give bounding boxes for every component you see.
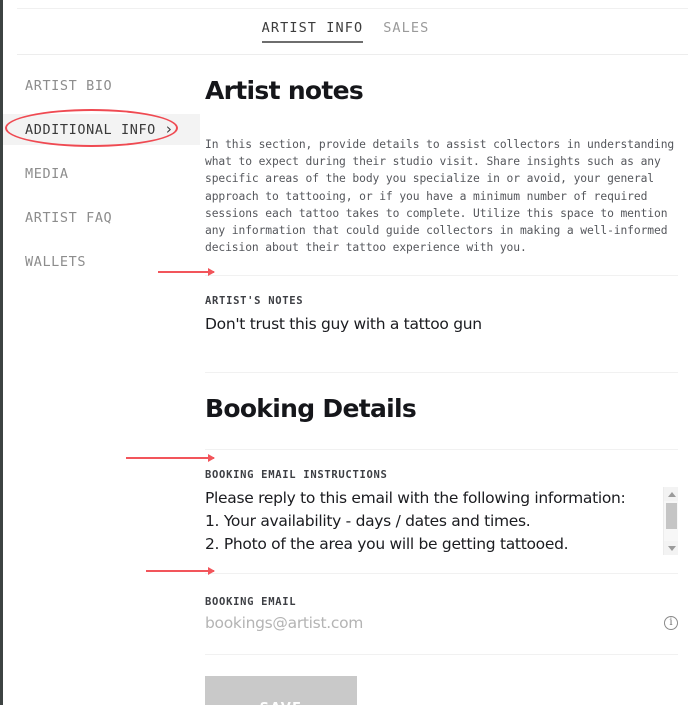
booking-instructions-text[interactable]: Please reply to this email with the foll… bbox=[205, 487, 645, 555]
info-icon[interactable]: i bbox=[664, 616, 678, 631]
divider-after-intro bbox=[205, 275, 678, 277]
sidebar-item-artist-faq[interactable]: ARTIST FAQ bbox=[3, 202, 200, 233]
scrollbar-down-arrow-icon[interactable] bbox=[664, 541, 678, 556]
topbar-divider-bottom bbox=[17, 54, 688, 55]
booking-email-input[interactable]: bookings@artist.com bbox=[205, 614, 363, 632]
artist-notes-label: ARTIST'S NOTES bbox=[205, 295, 304, 308]
booking-instructions-field[interactable]: BOOKING EMAIL INSTRUCTIONS Please reply … bbox=[205, 469, 678, 556]
booking-instructions-scrollbar[interactable] bbox=[663, 487, 678, 556]
divider-after-email bbox=[205, 654, 678, 656]
annotation-arrow-booking-instructions bbox=[126, 454, 215, 462]
booking-instructions-scroll-area[interactable]: Please reply to this email with the foll… bbox=[205, 487, 678, 556]
top-tab-bar: ARTIST INFO SALES bbox=[3, 0, 688, 55]
page-title-artist-notes: Artist notes bbox=[205, 76, 364, 105]
tab-sales[interactable]: SALES bbox=[383, 20, 429, 41]
artist-notes-field[interactable]: ARTIST'S NOTES Don't trust this guy with… bbox=[205, 295, 678, 333]
tab-artist-info[interactable]: ARTIST INFO bbox=[261, 20, 364, 43]
sidebar-item-label: ARTIST FAQ bbox=[25, 209, 113, 226]
annotation-arrow-booking-email bbox=[146, 567, 215, 575]
scrollbar-up-arrow-icon[interactable] bbox=[664, 487, 678, 502]
instruction-line: 2. Photo of the area you will be getting… bbox=[205, 535, 569, 554]
main-content: Artist notes In this section, provide de… bbox=[205, 62, 678, 705]
scrollbar-thumb[interactable] bbox=[666, 503, 677, 530]
sidebar-item-label: ADDITIONAL INFO bbox=[25, 121, 156, 138]
artist-notes-intro-text: In this section, provide details to assi… bbox=[205, 138, 675, 255]
instruction-line: 1. Your availability - days / dates and … bbox=[205, 512, 531, 531]
save-button[interactable]: SAVE bbox=[205, 676, 357, 705]
divider-after-instructions bbox=[205, 573, 678, 575]
booking-email-label: BOOKING EMAIL bbox=[205, 596, 297, 609]
sidebar-item-artist-bio[interactable]: ARTIST BIO bbox=[3, 70, 200, 101]
window-left-edge-strip bbox=[0, 0, 3, 705]
section-title-booking-details: Booking Details bbox=[205, 394, 417, 424]
topbar-divider-top bbox=[17, 8, 688, 9]
sidebar-item-label: WALLETS bbox=[25, 253, 87, 270]
booking-email-row: bookings@artist.com i bbox=[205, 614, 678, 632]
tab-list: ARTIST INFO SALES bbox=[3, 20, 688, 43]
page-root: ARTIST INFO SALES ARTIST BIO ADDITIONAL … bbox=[0, 0, 688, 705]
booking-email-field[interactable]: BOOKING EMAIL bookings@artist.com i bbox=[205, 596, 678, 632]
sidebar-item-additional-info[interactable]: ADDITIONAL INFO › bbox=[3, 114, 200, 145]
instruction-line: Please reply to this email with the foll… bbox=[205, 489, 626, 508]
divider-after-booking-title bbox=[205, 449, 678, 451]
sidebar-item-media[interactable]: MEDIA bbox=[3, 158, 200, 189]
sidebar-item-wallets[interactable]: WALLETS bbox=[3, 246, 200, 277]
artist-notes-value[interactable]: Don't trust this guy with a tattoo gun bbox=[205, 315, 678, 333]
sidebar-item-label: MEDIA bbox=[25, 165, 69, 182]
booking-instructions-label: BOOKING EMAIL INSTRUCTIONS bbox=[205, 469, 388, 482]
sidebar-nav: ARTIST BIO ADDITIONAL INFO › MEDIA ARTIS… bbox=[3, 70, 200, 290]
sidebar-item-label: ARTIST BIO bbox=[25, 77, 113, 94]
divider-before-booking bbox=[205, 372, 678, 374]
chevron-right-icon: › bbox=[165, 120, 172, 138]
